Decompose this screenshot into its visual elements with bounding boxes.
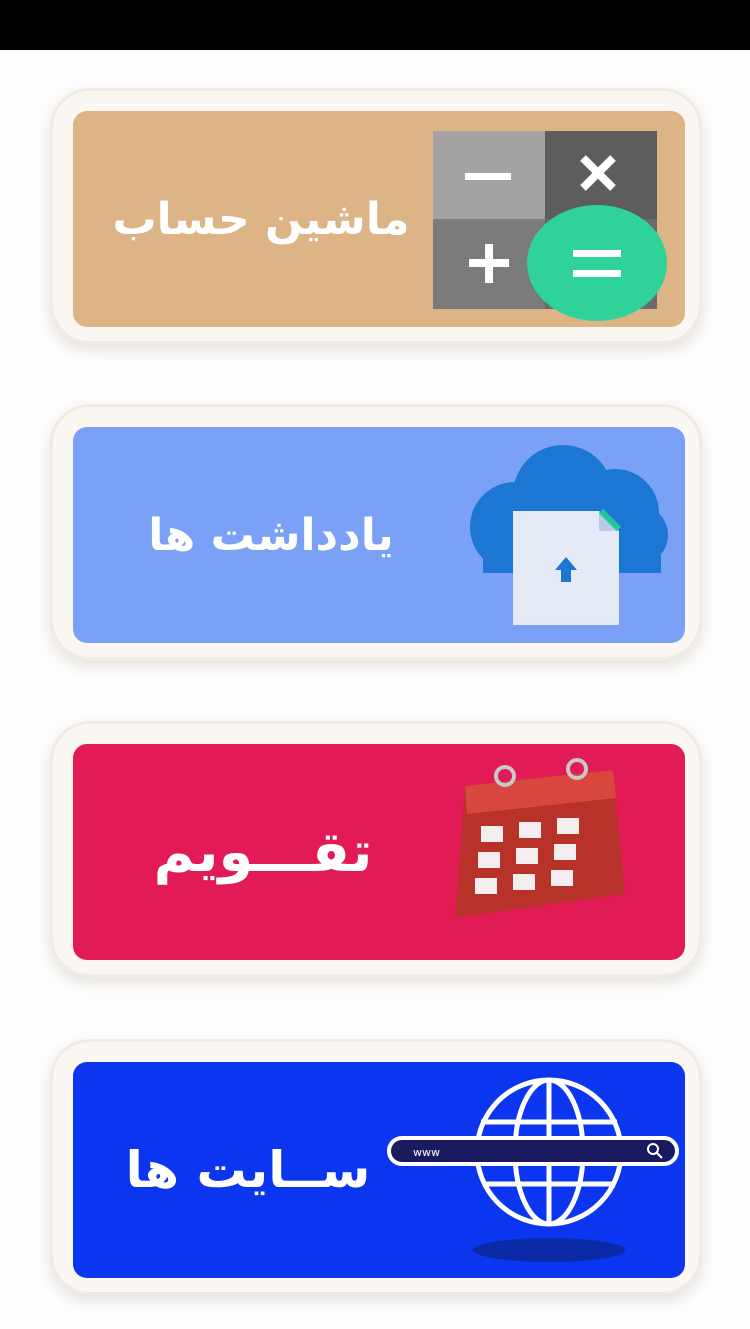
calculator-card-frame: ماشین حساب bbox=[50, 88, 702, 344]
websites-button[interactable]: ســایت ها www bbox=[73, 1062, 685, 1278]
websites-card-frame: ســایت ها www bbox=[50, 1039, 702, 1295]
notes-label: یادداشت ها bbox=[148, 509, 394, 561]
calculator-label: ماشین حساب bbox=[112, 193, 410, 245]
calendar-label: تقـــویم bbox=[153, 819, 373, 885]
calendar-button[interactable]: تقـــویم bbox=[73, 744, 685, 960]
status-bar bbox=[0, 0, 750, 50]
browser-bar-text: www bbox=[413, 1146, 440, 1159]
notes-button[interactable]: یادداشت ها bbox=[73, 427, 685, 643]
calendar-card-frame: تقـــویم bbox=[50, 721, 702, 977]
websites-label: ســایت ها bbox=[125, 1141, 371, 1199]
calculator-button[interactable]: ماشین حساب bbox=[73, 111, 685, 327]
notes-card-frame: یادداشت ها bbox=[50, 404, 702, 660]
